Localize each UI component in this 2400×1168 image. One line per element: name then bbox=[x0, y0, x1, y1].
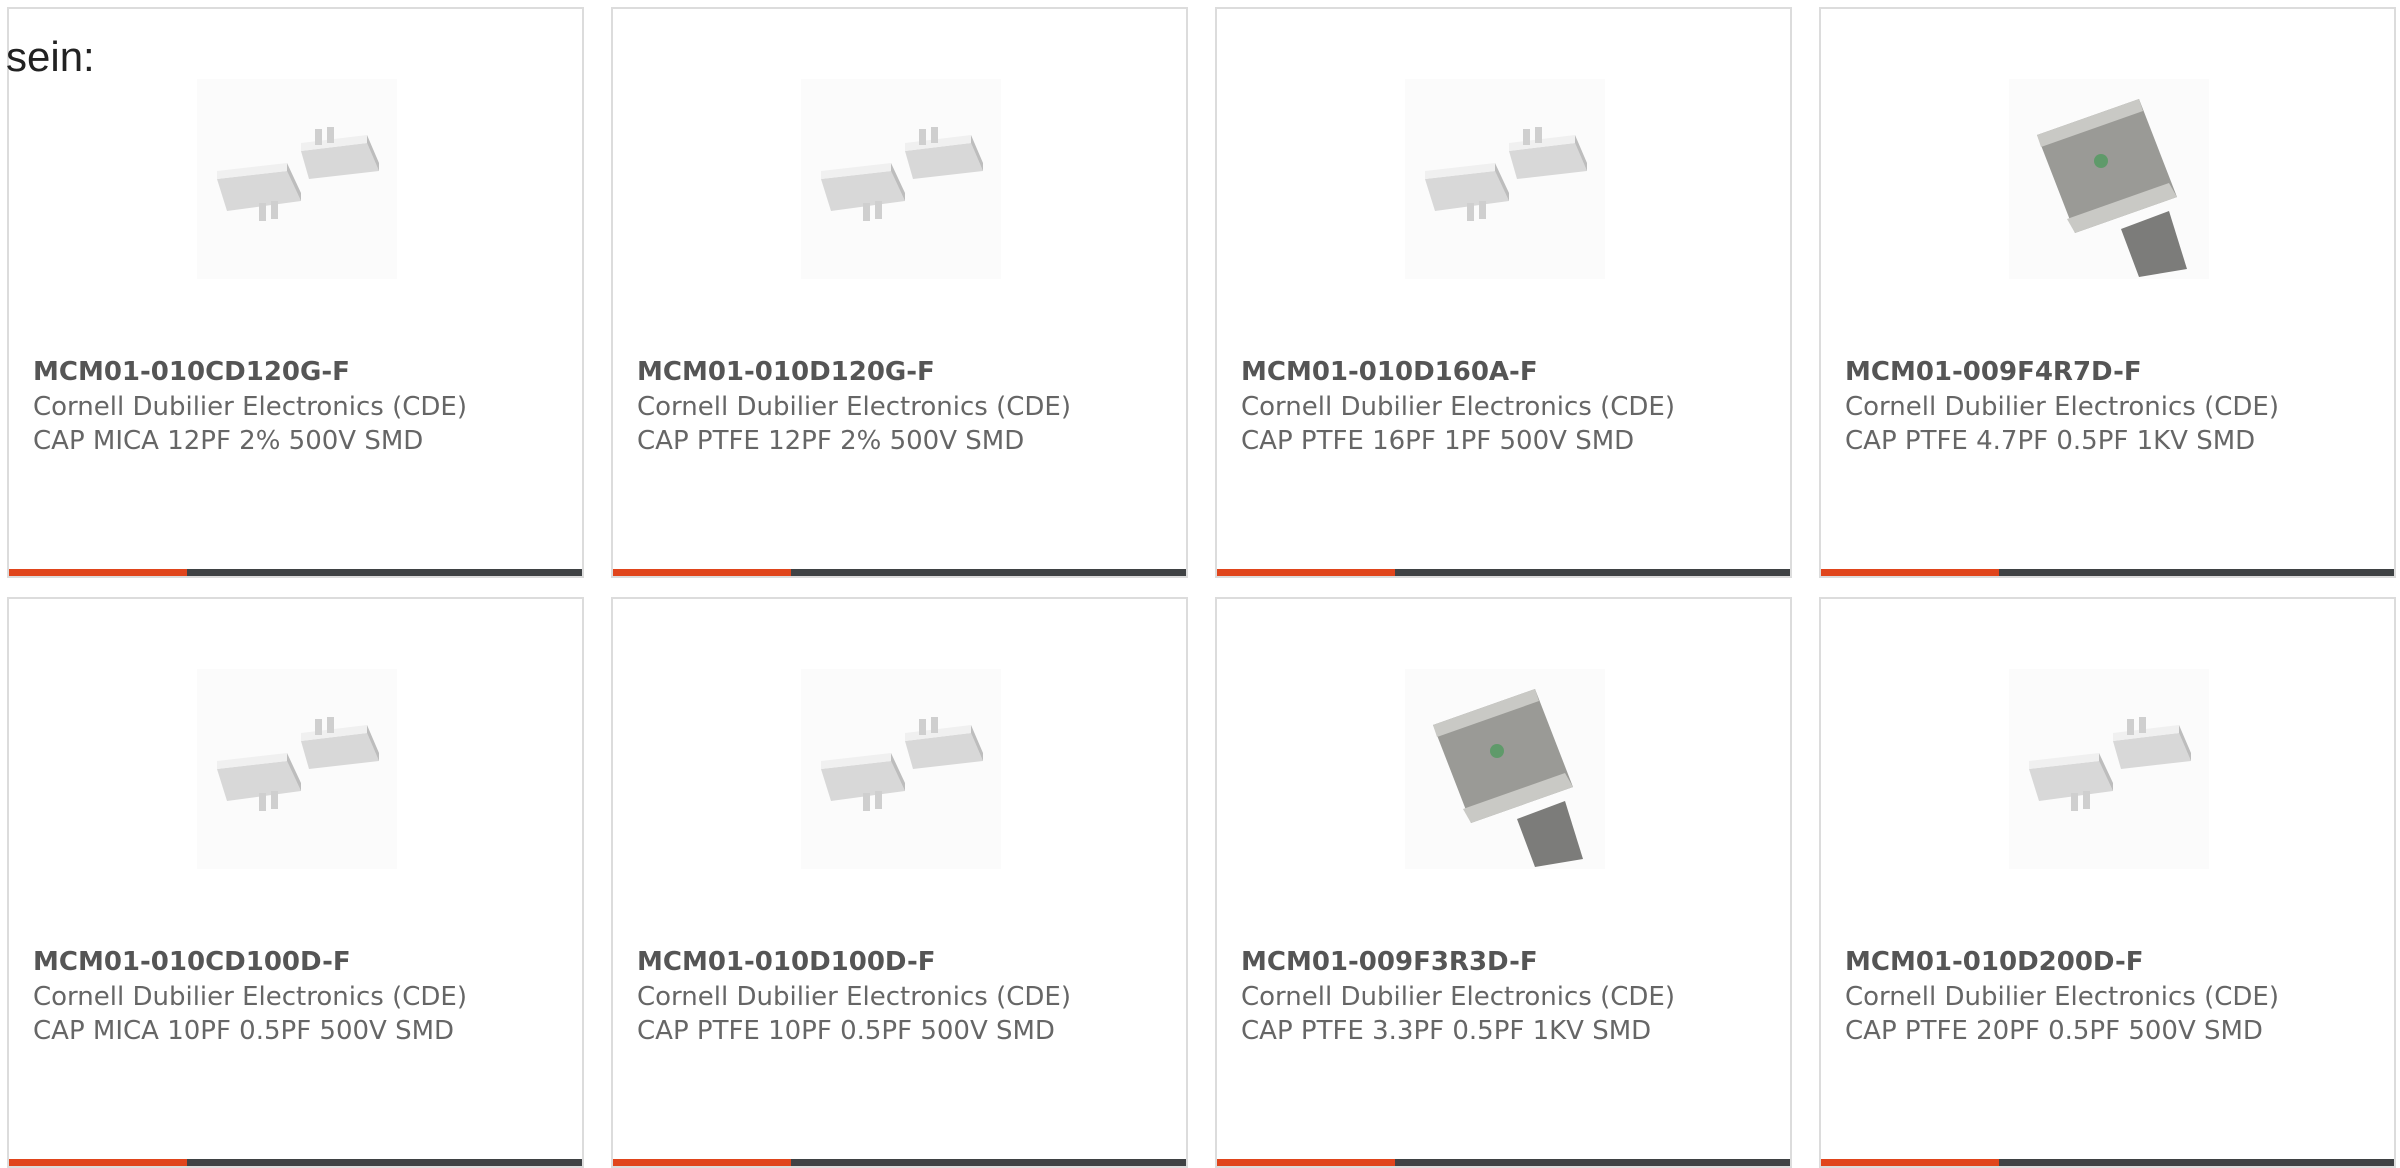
card-progress-bar bbox=[613, 1159, 1186, 1166]
manufacturer: Cornell Dubilier Electronics (CDE) bbox=[637, 982, 1071, 1012]
product-card[interactable]: MCM01-010D200D-F Cornell Dubilier Electr… bbox=[1819, 597, 2396, 1168]
twin-capacitor-image bbox=[1425, 127, 1587, 221]
description: CAP PTFE 10PF 0.5PF 500V SMD bbox=[637, 1016, 1055, 1046]
part-number[interactable]: MCM01-010CD100D-F bbox=[33, 947, 351, 977]
twin-capacitor-image bbox=[2029, 717, 2191, 811]
card-progress-fill bbox=[9, 1159, 187, 1166]
product-card[interactable]: MCM01-010D120G-F Cornell Dubilier Electr… bbox=[611, 7, 1188, 578]
card-progress-bar bbox=[1217, 569, 1790, 576]
product-image[interactable] bbox=[1405, 79, 1605, 279]
product-image[interactable] bbox=[801, 669, 1001, 869]
product-card[interactable]: MCM01-010D160A-F Cornell Dubilier Electr… bbox=[1215, 7, 1792, 578]
card-progress-bar bbox=[9, 569, 582, 576]
description: CAP MICA 10PF 0.5PF 500V SMD bbox=[33, 1016, 455, 1046]
manufacturer: Cornell Dubilier Electronics (CDE) bbox=[1241, 392, 1675, 422]
product-image[interactable] bbox=[2009, 79, 2209, 279]
twin-capacitor-image bbox=[217, 717, 379, 811]
card-progress-fill bbox=[1217, 569, 1395, 576]
card-progress-bar bbox=[1821, 1159, 2394, 1166]
product-card[interactable]: MCM01-010D100D-F Cornell Dubilier Electr… bbox=[611, 597, 1188, 1168]
part-number[interactable]: MCM01-010CD120G-F bbox=[33, 357, 350, 387]
product-card[interactable]: MCM01-010CD120G-F Cornell Dubilier Elect… bbox=[7, 7, 584, 578]
part-number[interactable]: MCM01-010D160A-F bbox=[1241, 357, 1538, 387]
part-number[interactable]: MCM01-009F4R7D-F bbox=[1845, 357, 2142, 387]
product-image[interactable] bbox=[197, 79, 397, 279]
description: CAP MICA 12PF 2% 500V SMD bbox=[33, 426, 424, 456]
card-progress-fill bbox=[1821, 1159, 1999, 1166]
twin-capacitor-image bbox=[821, 717, 983, 811]
product-card[interactable]: MCM01-009F4R7D-F Cornell Dubilier Electr… bbox=[1819, 7, 2396, 578]
card-progress-bar bbox=[1821, 569, 2394, 576]
mica-chip-image bbox=[2037, 99, 2187, 277]
description: CAP PTFE 16PF 1PF 500V SMD bbox=[1241, 426, 1635, 456]
manufacturer: Cornell Dubilier Electronics (CDE) bbox=[1845, 982, 2279, 1012]
intro-text: sein: bbox=[6, 33, 95, 80]
twin-capacitor-image bbox=[821, 127, 983, 221]
card-progress-fill bbox=[613, 1159, 791, 1166]
part-number[interactable]: MCM01-009F3R3D-F bbox=[1241, 947, 1538, 977]
manufacturer: Cornell Dubilier Electronics (CDE) bbox=[33, 982, 467, 1012]
product-image[interactable] bbox=[2009, 669, 2209, 869]
manufacturer: Cornell Dubilier Electronics (CDE) bbox=[1845, 392, 2279, 422]
description: CAP PTFE 4.7PF 0.5PF 1KV SMD bbox=[1845, 426, 2256, 456]
part-number[interactable]: MCM01-010D200D-F bbox=[1845, 947, 2144, 977]
part-number[interactable]: MCM01-010D100D-F bbox=[637, 947, 936, 977]
card-progress-fill bbox=[613, 569, 791, 576]
description: CAP PTFE 20PF 0.5PF 500V SMD bbox=[1845, 1016, 2263, 1046]
manufacturer: Cornell Dubilier Electronics (CDE) bbox=[637, 392, 1071, 422]
card-progress-bar bbox=[9, 1159, 582, 1166]
twin-capacitor-image bbox=[217, 127, 379, 221]
product-card[interactable]: MCM01-009F3R3D-F Cornell Dubilier Electr… bbox=[1215, 597, 1792, 1168]
description: CAP PTFE 3.3PF 0.5PF 1KV SMD bbox=[1241, 1016, 1652, 1046]
product-image[interactable] bbox=[197, 669, 397, 869]
description: CAP PTFE 12PF 2% 500V SMD bbox=[637, 426, 1025, 456]
manufacturer: Cornell Dubilier Electronics (CDE) bbox=[1241, 982, 1675, 1012]
card-progress-fill bbox=[1217, 1159, 1395, 1166]
product-image[interactable] bbox=[801, 79, 1001, 279]
mica-chip-image bbox=[1433, 689, 1583, 867]
card-progress-bar bbox=[613, 569, 1186, 576]
product-card[interactable]: MCM01-010CD100D-F Cornell Dubilier Elect… bbox=[7, 597, 584, 1168]
card-progress-fill bbox=[9, 569, 187, 576]
card-progress-fill bbox=[1821, 569, 1999, 576]
part-number[interactable]: MCM01-010D120G-F bbox=[637, 357, 935, 387]
product-image[interactable] bbox=[1405, 669, 1605, 869]
manufacturer: Cornell Dubilier Electronics (CDE) bbox=[33, 392, 467, 422]
card-progress-bar bbox=[1217, 1159, 1790, 1166]
